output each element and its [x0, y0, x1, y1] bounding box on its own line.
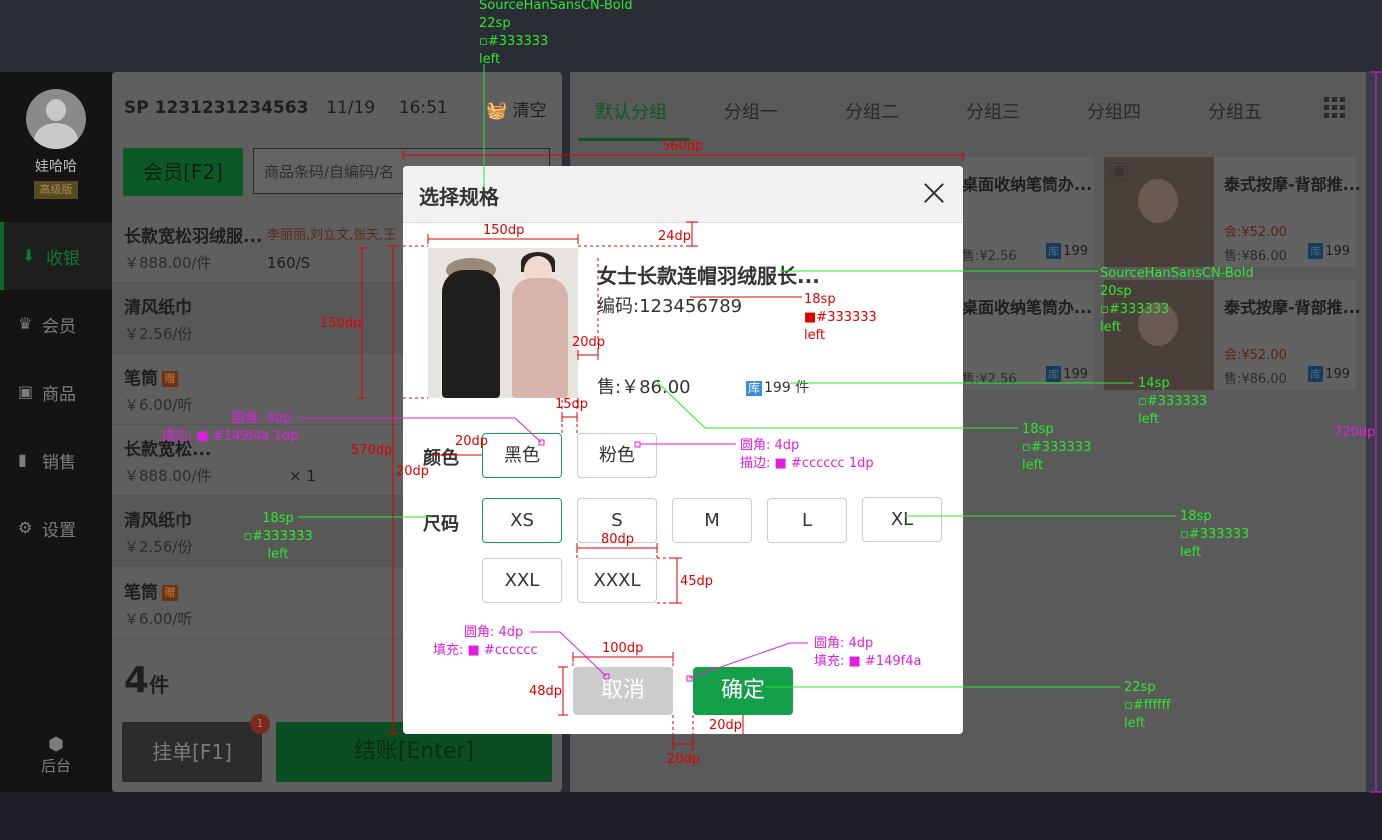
- ann-font-size: 18sp: [262, 511, 294, 526]
- ann-color-text: #333333: [1030, 440, 1092, 455]
- ann-color-text: #333333: [1188, 527, 1250, 542]
- ann-align: left: [1100, 320, 1122, 335]
- ann-font-color: ▫#333333: [1022, 440, 1092, 455]
- ann-align: left: [804, 328, 826, 343]
- ann-color-text: #333333: [1108, 302, 1170, 317]
- annotation-label-font: 18sp ▫#333333 left: [238, 510, 318, 564]
- ann-font-color: ▫#333333: [1100, 302, 1170, 317]
- annotation-selected-stroke: 描边: ■ #149f4a 1dp: [162, 429, 299, 444]
- dim-option-gap: 15dp: [555, 397, 589, 412]
- ann-align: left: [479, 52, 501, 67]
- annotation-button-font: 22sp ▫#ffffff left: [1124, 679, 1171, 733]
- ann-align: left: [1022, 458, 1044, 473]
- annotation-name-font: SourceHanSansCN-Bold 20sp ▫#333333 left: [1100, 265, 1254, 337]
- annotation-title-font: SourceHanSansCN-Bold 22sp ▫#333333 left: [479, 0, 633, 69]
- annotation-option-radius: 圆角: 4dp: [740, 438, 800, 453]
- ann-font-size: 18sp: [1180, 509, 1212, 524]
- dim-bottom-gap: 20dp: [667, 752, 701, 767]
- ann-color-text: #333333: [487, 34, 549, 49]
- annotation-selected-radius: 圆角: 4dp: [232, 411, 292, 426]
- dim-button-gap: 20dp: [709, 718, 743, 733]
- ann-font-color: ▫#333333: [479, 34, 549, 49]
- annotation-cancel-radius: 圆角: 4dp: [464, 625, 524, 640]
- dim-button-width: 100dp: [602, 641, 644, 656]
- ann-font-size: 20sp: [1100, 284, 1132, 299]
- dim-top-gap: 24dp: [658, 229, 692, 244]
- ann-font-size: 18sp: [1022, 422, 1054, 437]
- ann-color-text: #333333: [816, 310, 877, 325]
- dim-button-height: 48dp: [529, 684, 563, 699]
- ann-font-color: ▫#333333: [1138, 394, 1208, 409]
- ann-align: left: [267, 547, 289, 562]
- annotation-ok-fill: 填充: ■ #149f4a: [814, 654, 922, 669]
- dim-image-width: 150dp: [483, 223, 525, 238]
- annotation-size-font: 18sp ▫#333333 left: [1180, 508, 1249, 562]
- dim-option-width: 80dp: [601, 532, 635, 547]
- ann-font-name: SourceHanSansCN-Bold: [479, 0, 633, 13]
- annotation-price-font: 18sp ▫#333333 left: [1022, 421, 1091, 475]
- ann-font-color: ■#333333: [804, 310, 877, 325]
- ann-color-text: #333333: [252, 529, 313, 544]
- dim-dialog-width: 560dp: [662, 139, 704, 154]
- dim-image-height: 150dp: [320, 316, 362, 331]
- dim-dialog-height: 570dp: [351, 443, 393, 458]
- ann-color-text: #333333: [1146, 394, 1208, 409]
- ann-align: left: [1138, 412, 1160, 427]
- annotation-option-stroke: 描边: ■ #cccccc 1dp: [740, 456, 874, 471]
- dim-option-height: 45dp: [680, 574, 714, 589]
- annotation-code-font: 18sp ■#333333 left: [804, 291, 877, 345]
- dim-screen-height: 720dp: [1334, 425, 1376, 440]
- ann-font-color: ▫#333333: [1180, 527, 1250, 542]
- ann-align: left: [1180, 545, 1202, 560]
- ann-font-color: ▫#ffffff: [1124, 698, 1171, 713]
- ann-font-size: 22sp: [1124, 680, 1156, 695]
- dim-image-gap: 20dp: [572, 335, 606, 350]
- ann-font-size: 14sp: [1138, 376, 1170, 391]
- dim-label-gap: 20dp: [455, 434, 489, 449]
- ann-font-name: SourceHanSansCN-Bold: [1100, 266, 1254, 281]
- ann-align: left: [1124, 716, 1146, 731]
- annotation-ok-radius: 圆角: 4dp: [814, 636, 874, 651]
- ann-color-text: #ffffff: [1132, 698, 1171, 713]
- ann-font-size: 18sp: [804, 292, 836, 307]
- ann-font-size: 22sp: [479, 16, 511, 31]
- annotation-stock-font: 14sp ▫#333333 left: [1138, 375, 1207, 429]
- ann-font-color: ▫#333333: [243, 529, 313, 544]
- annotation-cancel-fill: 填充: ■ #cccccc: [433, 643, 538, 658]
- dim-side-padding: 20dp: [396, 464, 430, 479]
